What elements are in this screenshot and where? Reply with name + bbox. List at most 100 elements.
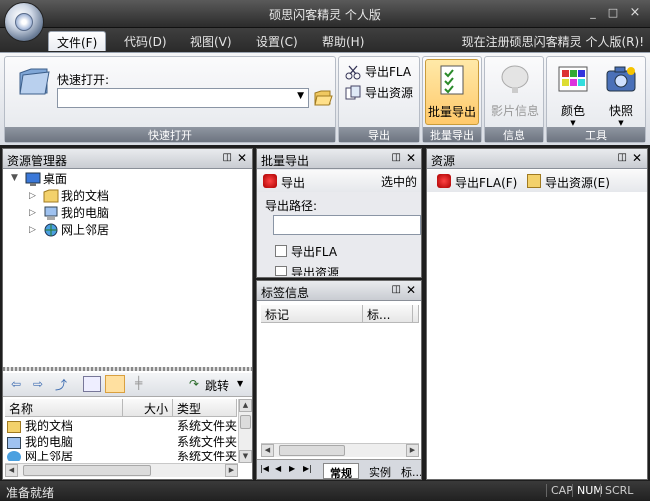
export-fla-icon: [437, 174, 451, 188]
scroll-left-icon[interactable]: ◀: [5, 464, 18, 477]
snapshot-button[interactable]: 快照 ▼: [597, 59, 645, 127]
tree-item-network[interactable]: 网上邻居: [43, 222, 109, 238]
collapse-icon[interactable]: ▼: [11, 173, 18, 183]
chevron-down-icon[interactable]: ▼: [237, 379, 243, 388]
last-icon[interactable]: ▶|: [303, 464, 312, 473]
tree-item-computer[interactable]: 我的电脑: [43, 205, 109, 221]
goto-button[interactable]: 跳转: [205, 377, 229, 394]
next-icon[interactable]: ▶: [289, 464, 295, 473]
caps-indicator: CAP: [546, 484, 573, 497]
expand-icon[interactable]: ▷: [29, 208, 36, 218]
batch-export-button[interactable]: 批量导出: [425, 59, 479, 125]
tab-tag[interactable]: 标...: [399, 463, 421, 479]
close-icon[interactable]: ✕: [406, 151, 416, 165]
column-size[interactable]: 大小: [123, 399, 173, 417]
file-hscroll[interactable]: ◀ ▶: [5, 463, 238, 477]
menu-help[interactable]: 帮助(H): [314, 31, 372, 51]
resources-title: 资源: [431, 154, 456, 168]
batch-toolbar: 导出 选中的: [257, 170, 421, 192]
tab-general[interactable]: 常规: [323, 463, 359, 480]
title-bar: 硕思闪客精灵 个人版 _ □ ×: [0, 0, 650, 28]
computer-icon: [7, 436, 21, 449]
splitter[interactable]: [3, 367, 252, 371]
expand-icon[interactable]: ▷: [29, 191, 36, 201]
quickopen-combo[interactable]: ▼: [57, 88, 309, 108]
scroll-up-icon[interactable]: ▲: [239, 399, 252, 412]
res-checkbox[interactable]: [275, 266, 287, 276]
window-title: 硕思闪客精灵 个人版: [269, 8, 381, 22]
camera-icon: [606, 66, 636, 92]
scroll-right-icon[interactable]: ▶: [225, 464, 238, 477]
file-row[interactable]: 我的电脑 系统文件夹: [7, 435, 237, 450]
explorer-header: 资源管理器 ◫ ✕: [3, 149, 252, 169]
prev-icon[interactable]: ◀: [275, 464, 281, 473]
fla-checkbox[interactable]: [275, 245, 287, 257]
file-vscroll[interactable]: ▲ ▼: [238, 399, 252, 463]
close-icon[interactable]: ✕: [406, 283, 416, 297]
list-view-icon[interactable]: [83, 376, 101, 392]
export-resources-button[interactable]: 导出资源: [343, 84, 413, 102]
batch-header: 批量导出 ◫ ✕: [257, 149, 421, 169]
path-input[interactable]: [273, 215, 421, 235]
first-icon[interactable]: |◀: [260, 464, 269, 473]
pin-icon[interactable]: ◫: [392, 284, 401, 295]
maximize-button[interactable]: □: [604, 6, 622, 20]
scroll-thumb[interactable]: [279, 445, 345, 456]
tree-item-documents[interactable]: 我的文档: [43, 188, 109, 204]
menu-file[interactable]: 文件(F): [48, 31, 107, 51]
file-row[interactable]: 我的文档 系统文件夹: [7, 419, 237, 434]
scroll-right-icon[interactable]: ▶: [406, 444, 419, 457]
menu-code[interactable]: 代码(D): [116, 31, 175, 51]
status-text: 准备就绪: [6, 486, 55, 500]
file-type: 系统文件夹: [177, 435, 237, 449]
forward-icon[interactable]: ⇨: [33, 377, 43, 391]
scroll-thumb[interactable]: [240, 415, 251, 429]
pin-icon[interactable]: ◫: [223, 152, 232, 163]
chevron-down-icon[interactable]: ▼: [297, 91, 304, 101]
tab-instance[interactable]: 实例: [363, 463, 397, 479]
file-toolbar: ⇦ ⇨ ⤴ ╪ ↷ 跳转 ▼: [3, 373, 252, 397]
pin-icon[interactable]: ◫: [392, 152, 401, 163]
close-icon[interactable]: ✕: [237, 151, 247, 165]
export-fla-button[interactable]: 导出FLA: [343, 63, 411, 81]
back-icon[interactable]: ⇦: [11, 377, 21, 391]
scroll-left-icon[interactable]: ◀: [261, 444, 274, 457]
column-type[interactable]: 类型: [173, 399, 237, 417]
column-extra[interactable]: [413, 305, 419, 323]
res-export-resources-button[interactable]: 导出资源(E): [545, 174, 610, 191]
quickopen-group-label: 快速打开: [5, 127, 335, 142]
app-menu-button[interactable]: [4, 2, 44, 42]
tag-hscroll[interactable]: ◀ ▶: [261, 443, 419, 457]
open-folder-icon[interactable]: [313, 88, 333, 108]
batch-group: 批量导出 批量导出: [422, 56, 482, 143]
column-tag[interactable]: 标记: [261, 305, 363, 323]
documents-icon: [43, 189, 59, 203]
color-button[interactable]: 颜色 ▼: [549, 59, 597, 127]
movie-info-button[interactable]: 影片信息: [487, 59, 543, 125]
close-button[interactable]: ×: [626, 6, 644, 20]
filter-icon[interactable]: ╪: [135, 376, 142, 390]
batch-title: 批量导出: [261, 154, 310, 168]
details-view-icon[interactable]: [105, 375, 125, 393]
tree-item-desktop[interactable]: 桌面: [25, 171, 67, 187]
menu-view[interactable]: 视图(V): [182, 31, 240, 51]
network-icon: [7, 451, 21, 461]
res-export-fla-button[interactable]: 导出FLA(F): [455, 174, 517, 191]
batch-export-button[interactable]: 导出: [281, 174, 305, 191]
scroll-down-icon[interactable]: ▼: [239, 450, 252, 463]
close-icon[interactable]: ✕: [632, 151, 642, 165]
pin-icon[interactable]: ◫: [618, 152, 627, 163]
scroll-thumb[interactable]: [23, 465, 151, 476]
scrl-indicator: SCRL: [600, 484, 633, 497]
column-name[interactable]: 名称: [5, 399, 123, 417]
up-folder-icon[interactable]: ⤴: [55, 376, 67, 393]
fla-checkbox-label: 导出FLA: [291, 245, 338, 259]
expand-icon[interactable]: ▷: [29, 225, 36, 235]
register-link[interactable]: 现在注册硕思闪客精灵 个人版(R)!: [462, 33, 644, 50]
menu-settings[interactable]: 设置(C): [248, 31, 306, 51]
file-row[interactable]: 网上邻居 系统文件夹: [7, 451, 237, 461]
minimize-button[interactable]: _: [584, 6, 602, 20]
desktop-icon: [25, 172, 41, 186]
quickopen-label: 快速打开:: [57, 73, 110, 87]
column-tag-short[interactable]: 标...: [363, 305, 413, 323]
